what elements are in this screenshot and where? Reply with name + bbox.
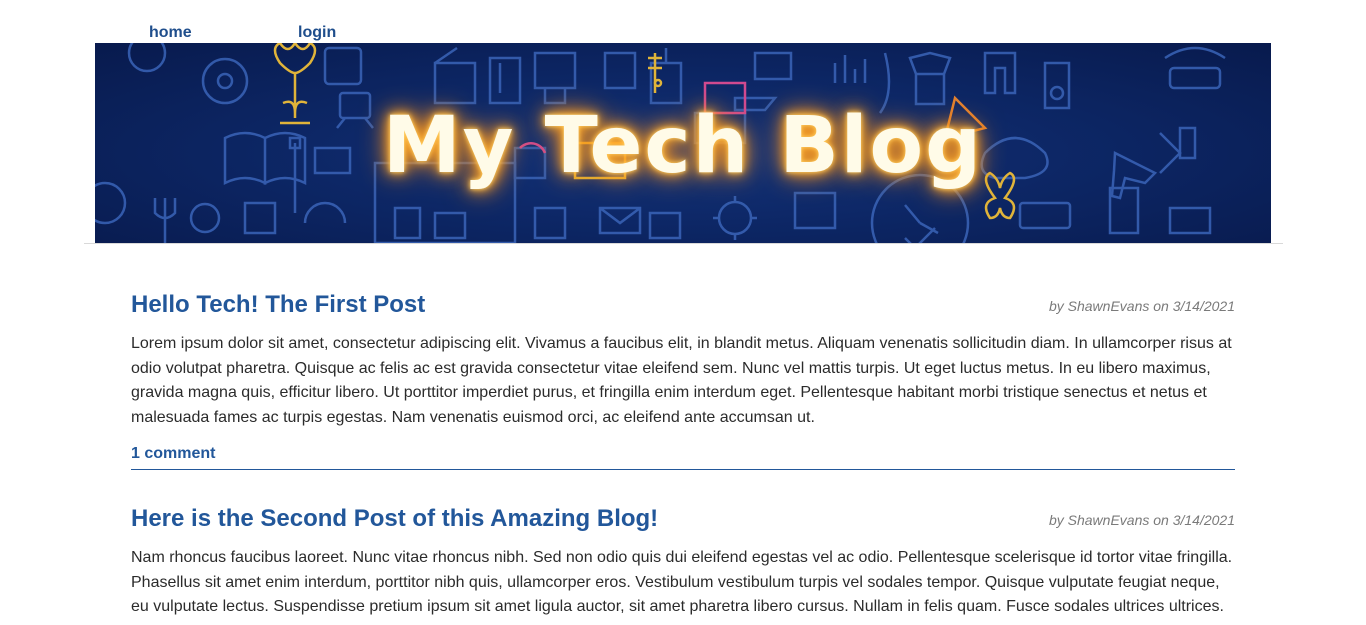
post-comments-row: 1 comment	[131, 445, 1235, 470]
top-nav: home login	[0, 0, 1366, 43]
post-title[interactable]: Hello Tech! The First Post	[131, 290, 425, 320]
post-body: Lorem ipsum dolor sit amet, consectetur …	[131, 335, 1232, 426]
comments-link[interactable]: 1 comment	[131, 445, 215, 462]
post-meta: by ShawnEvans on 3/14/2021	[1048, 298, 1235, 314]
post-card: Hello Tech! The First Post by ShawnEvans…	[131, 290, 1235, 480]
nav-home-link[interactable]: home	[149, 24, 192, 42]
header-divider	[84, 243, 1283, 244]
post-meta: by ShawnEvans on 3/14/2021	[1048, 512, 1235, 528]
post-card: Here is the Second Post of this Amazing …	[131, 504, 1235, 625]
post-body: Nam rhoncus faucibus laoreet. Nunc vitae…	[131, 549, 1233, 615]
post-title[interactable]: Here is the Second Post of this Amazing …	[131, 504, 658, 534]
banner-title: My Tech Blog	[383, 101, 983, 191]
header-banner: My Tech Blog	[95, 43, 1271, 243]
nav-login-link[interactable]: login	[298, 24, 336, 42]
